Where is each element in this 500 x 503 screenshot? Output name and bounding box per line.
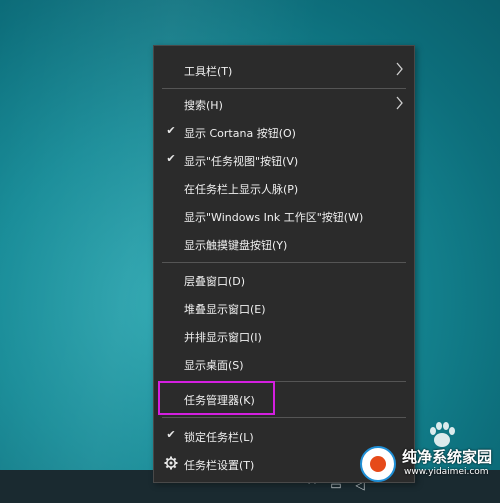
menu-item-label: 堆叠显示窗口(E) bbox=[184, 303, 266, 316]
menu-separator bbox=[162, 88, 406, 89]
menu-item-label: 任务栏设置(T) bbox=[184, 459, 255, 472]
menu-item-label: 显示"任务视图"按钮(V) bbox=[184, 155, 299, 168]
menu-item-label: 搜索(H) bbox=[184, 99, 223, 112]
highlight-annotation bbox=[158, 381, 275, 415]
menu-item-show-desktop[interactable]: 显示桌面(S) bbox=[154, 350, 414, 378]
menu-item-search[interactable]: 搜索(H) bbox=[154, 90, 414, 118]
menu-item-label: 显示桌面(S) bbox=[184, 359, 244, 372]
menu-item-label: 工具栏(T) bbox=[184, 65, 233, 78]
menu-item-side-by-side[interactable]: 并排显示窗口(I) bbox=[154, 322, 414, 350]
gear-icon bbox=[164, 456, 178, 470]
checkmark-icon: ✔ bbox=[166, 152, 176, 165]
menu-item-label: 在任务栏上显示人脉(P) bbox=[184, 183, 299, 196]
menu-item-label: 显示触摸键盘按钮(Y) bbox=[184, 239, 288, 252]
menu-separator bbox=[162, 417, 406, 418]
taskbar-context-menu: 工具栏(T) 搜索(H) ✔ 显示 Cortana 按钮(O) ✔ 显示"任务视… bbox=[153, 45, 415, 483]
watermark-title: 纯净系统家园 bbox=[402, 448, 493, 466]
menu-item-cascade-windows[interactable]: 层叠窗口(D) bbox=[154, 266, 414, 294]
menu-item-show-touch-keyboard[interactable]: 显示触摸键盘按钮(Y) bbox=[154, 230, 414, 258]
menu-item-label: 显示 Cortana 按钮(O) bbox=[184, 127, 296, 140]
menu-item-label: 并排显示窗口(I) bbox=[184, 331, 262, 344]
menu-separator bbox=[162, 262, 406, 263]
menu-item-show-cortana[interactable]: ✔ 显示 Cortana 按钮(O) bbox=[154, 118, 414, 146]
menu-item-show-people[interactable]: 在任务栏上显示人脉(P) bbox=[154, 174, 414, 202]
menu-item-toolbars[interactable]: 工具栏(T) bbox=[154, 56, 414, 84]
watermark-logo-icon bbox=[360, 446, 396, 482]
site-watermark: 纯净系统家园 www.yidaimei.com bbox=[360, 440, 495, 498]
checkmark-icon: ✔ bbox=[166, 124, 176, 137]
menu-item-stack-windows[interactable]: 堆叠显示窗口(E) bbox=[154, 294, 414, 322]
menu-item-label: 显示"Windows Ink 工作区"按钮(W) bbox=[184, 211, 364, 224]
menu-item-show-windows-ink[interactable]: 显示"Windows Ink 工作区"按钮(W) bbox=[154, 202, 414, 230]
menu-item-label: 锁定任务栏(L) bbox=[184, 431, 254, 444]
menu-item-show-task-view[interactable]: ✔ 显示"任务视图"按钮(V) bbox=[154, 146, 414, 174]
chevron-right-icon bbox=[396, 96, 403, 110]
checkmark-icon: ✔ bbox=[166, 428, 176, 441]
menu-item-label: 层叠窗口(D) bbox=[184, 275, 246, 288]
chevron-right-icon bbox=[396, 62, 403, 76]
watermark-url: www.yidaimei.com bbox=[404, 467, 489, 477]
